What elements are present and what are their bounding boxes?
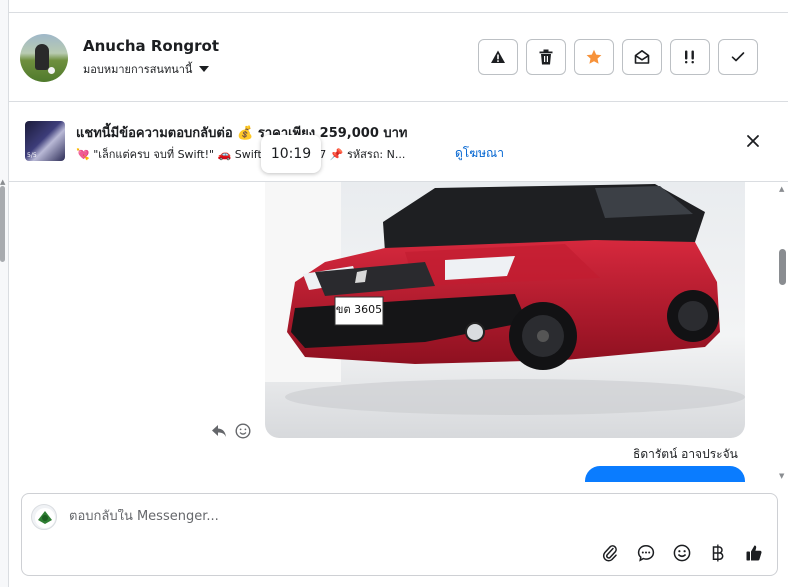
header-actions (478, 39, 758, 75)
check-icon (731, 52, 745, 62)
left-scrollbar[interactable]: ▲ (0, 0, 9, 587)
envelope-open-icon (634, 50, 650, 64)
assign-label: มอบหมายการสนทนานี้ (83, 63, 193, 76)
ad-context-bar: 5/5 แชทนี้มีข้อความตอบกลับต่อ 💰 ราคาเพีย… (9, 102, 788, 182)
saved-reply-icon[interactable] (635, 542, 657, 564)
reply-input[interactable] (69, 509, 589, 524)
star-button[interactable] (574, 39, 614, 75)
scroll-up-arrow[interactable]: ▲ (779, 185, 784, 193)
reply-icon[interactable] (211, 424, 227, 438)
mark-unread-button[interactable] (622, 39, 662, 75)
reply-composer (21, 493, 778, 576)
report-spam-button[interactable] (478, 39, 518, 75)
delete-button[interactable] (526, 39, 566, 75)
scroll-down-arrow[interactable]: ▼ (779, 472, 784, 480)
view-ad-link[interactable]: ดูโฆษณา (455, 144, 504, 163)
contact-name[interactable]: Anucha Rongrot (83, 37, 219, 55)
message-actions (211, 423, 251, 439)
emoji-icon[interactable] (671, 542, 693, 564)
trash-icon (539, 49, 553, 65)
ad-thumbnail-label: 5/5 (27, 152, 37, 159)
timestamp-tooltip: 10:19 (261, 135, 321, 173)
composer-toolbar (599, 542, 765, 564)
scroll-up-arrow[interactable]: ▲ (0, 178, 5, 186)
attach-icon[interactable] (599, 542, 621, 564)
priority-icon (685, 50, 694, 64)
thread-scrollbar-thumb[interactable] (779, 249, 786, 285)
ad-title: แชทนี้มีข้อความตอบกลับต่อ 💰 ราคาเพียง 25… (76, 126, 408, 141)
license-plate-text: ขต 3605 (336, 303, 382, 316)
message-thread[interactable]: ขต 3605 ธิดารัตน์ อาจประจัน ▲ ▼ (9, 182, 788, 482)
outgoing-message-bubble[interactable] (585, 466, 745, 482)
conversation-header: Anucha Rongrot มอบหมายการสนทนานี้ (9, 13, 788, 102)
sender-name: ธิดารัตน์ อาจประจัน (633, 447, 738, 461)
left-scrollbar-thumb[interactable] (0, 186, 5, 262)
star-icon (586, 49, 602, 64)
follow-up-button[interactable] (670, 39, 710, 75)
car-image: ขต 3605 (265, 182, 745, 438)
assign-conversation-dropdown[interactable]: มอบหมายการสนทนานี้ (83, 60, 210, 78)
ad-thumbnail[interactable]: 5/5 (25, 121, 65, 161)
thread-scrollbar[interactable]: ▲ ▼ (778, 182, 788, 482)
avatar-figure (35, 44, 49, 70)
page-avatar (31, 504, 57, 530)
warning-icon (491, 50, 505, 63)
mark-done-button[interactable] (718, 39, 758, 75)
avatar[interactable] (20, 34, 68, 82)
chevron-down-icon (199, 66, 210, 72)
car-photo[interactable]: ขต 3605 (265, 182, 745, 438)
emoji-reaction-icon[interactable] (235, 423, 251, 439)
baht-icon[interactable] (707, 542, 729, 564)
thumbs-up-icon[interactable] (743, 542, 765, 564)
close-icon[interactable] (744, 132, 762, 150)
avatar-ball (48, 67, 55, 74)
